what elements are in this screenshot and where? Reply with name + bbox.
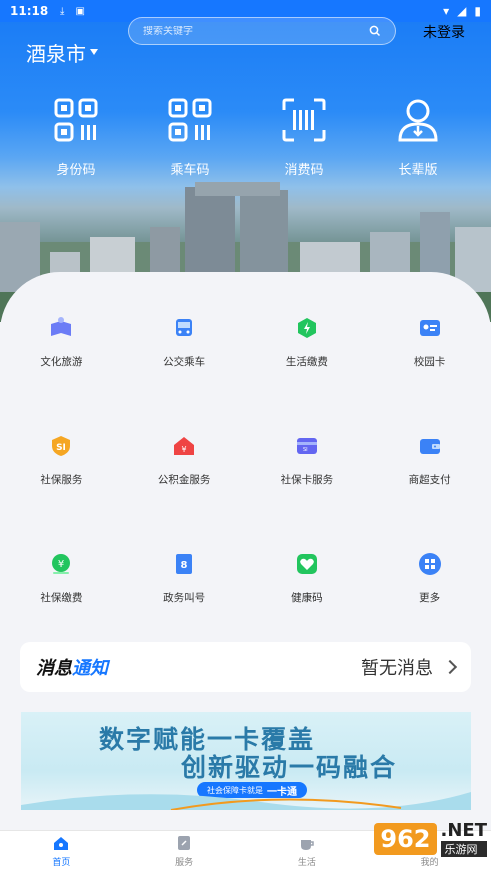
- services-grid: 文化旅游 公交乘车 生活缴费 校园卡 SI 社保服务 ¥ 公积金服务 SI 社保…: [0, 312, 491, 666]
- notice-title: 消息通知: [36, 654, 108, 680]
- health-code-icon: [296, 554, 317, 574]
- service-label: 商超支付: [408, 474, 451, 486]
- service-label: 公交乘车: [163, 356, 206, 368]
- service-label: 政务叫号: [163, 592, 206, 604]
- banner-line-2: 创新驱动一码融合: [181, 753, 398, 782]
- service-label: 生活缴费: [285, 356, 328, 368]
- battery-icon: ▮: [474, 4, 481, 18]
- quick-item-elder-mode[interactable]: 长辈版: [361, 97, 475, 178]
- utility-payment-icon: [297, 318, 316, 338]
- quick-item-label: 长辈版: [398, 163, 438, 178]
- city-name: 酒泉市: [26, 41, 86, 66]
- chevron-right-icon: [442, 659, 458, 675]
- wifi-icon: ▾: [443, 4, 450, 18]
- svg-text:8: 8: [181, 560, 188, 571]
- message-notice-bar[interactable]: 消息通知 暂无消息: [20, 642, 471, 692]
- service-label: 公积金服务: [157, 474, 211, 486]
- quick-item-ride-code[interactable]: 乘车码: [133, 97, 247, 178]
- tab-label: 生活: [297, 858, 316, 868]
- notification-icon: ▣: [75, 5, 85, 17]
- tab-life[interactable]: 生活: [246, 831, 369, 872]
- service-label: 文化旅游: [40, 356, 83, 368]
- service-label: 社保缴费: [40, 592, 83, 604]
- services-icon: [178, 836, 191, 850]
- service-culture-tourism[interactable]: 文化旅游: [0, 312, 123, 430]
- service-label: 社保卡服务: [280, 474, 334, 486]
- quick-item-payment-code[interactable]: 消费码: [247, 97, 361, 178]
- svg-text:SI: SI: [303, 447, 308, 453]
- social-card-icon: SI: [296, 438, 317, 454]
- caret-down-icon: [90, 49, 98, 55]
- culture-tourism-icon: [51, 317, 72, 336]
- login-link[interactable]: 未登录: [423, 22, 465, 42]
- signal-icon: ◢: [457, 4, 467, 18]
- service-bus[interactable]: 公交乘车: [123, 312, 246, 430]
- quick-item-label: 身份码: [56, 163, 96, 178]
- home-icon: [54, 837, 69, 850]
- cup-icon: [300, 840, 314, 850]
- service-label: 更多: [419, 592, 441, 604]
- notice-title-part-a: 消息: [36, 658, 72, 679]
- tab-services[interactable]: 服务: [123, 831, 246, 872]
- tab-home[interactable]: 首页: [0, 831, 123, 872]
- service-social-security[interactable]: SI 社保服务: [0, 430, 123, 548]
- service-social-card[interactable]: SI 社保卡服务: [246, 430, 369, 548]
- service-housing-fund[interactable]: ¥ 公积金服务: [123, 430, 246, 548]
- quick-item-label: 消费码: [284, 163, 324, 178]
- promo-banner[interactable]: 数字赋能一卡覆盖 创新驱动一码融合 社会保障卡就是 一卡通: [21, 712, 471, 810]
- watermark-brand: 962: [374, 822, 437, 855]
- search-box[interactable]: [128, 17, 396, 45]
- qr-code-icon: [168, 98, 212, 142]
- svg-text:¥: ¥: [58, 559, 64, 570]
- qr-code-icon: [54, 98, 98, 142]
- bus-icon: [176, 319, 193, 336]
- site-watermark-logo: 962 .NET 乐游网: [374, 820, 487, 857]
- campus-card-icon: [419, 320, 440, 336]
- search-input[interactable]: [143, 25, 369, 37]
- service-label: 健康码: [291, 592, 323, 604]
- svg-text:SI: SI: [56, 443, 66, 453]
- more-grid-icon: [418, 553, 441, 575]
- quick-actions: 身份码 乘车码 消费码 长辈版: [0, 97, 491, 178]
- social-security-icon: SI: [52, 436, 71, 456]
- notice-title-part-b: 通知: [72, 658, 108, 679]
- watermark-suffix: .NET: [440, 820, 487, 841]
- tab-label: 首页: [52, 858, 71, 868]
- quick-item-label: 乘车码: [170, 163, 210, 178]
- banner-wave-decoration: [21, 792, 471, 810]
- social-payment-icon: ¥: [52, 554, 71, 574]
- city-selector[interactable]: 酒泉市: [26, 38, 98, 67]
- service-label: 校园卡: [413, 356, 446, 368]
- notice-status: 暂无消息: [361, 658, 433, 679]
- service-campus-card[interactable]: 校园卡: [368, 312, 491, 430]
- wallet-icon: [419, 439, 440, 454]
- service-wallet[interactable]: 商超支付: [368, 430, 491, 548]
- status-time: 11:18: [10, 4, 49, 18]
- svg-text:¥: ¥: [182, 445, 187, 454]
- download-icon: ⤓: [59, 5, 65, 17]
- service-utility-payment[interactable]: 生活缴费: [246, 312, 369, 430]
- scan-code-icon: [282, 98, 326, 142]
- queue-number-icon: 8: [176, 554, 193, 574]
- housing-fund-icon: ¥: [174, 437, 195, 455]
- service-label: 社保服务: [40, 474, 83, 486]
- search-icon[interactable]: [369, 25, 381, 37]
- elder-user-icon: [398, 99, 438, 142]
- tab-label: 服务: [175, 858, 194, 868]
- quick-item-identity-code[interactable]: 身份码: [19, 97, 133, 178]
- watermark-sub: 乐游网: [440, 841, 487, 857]
